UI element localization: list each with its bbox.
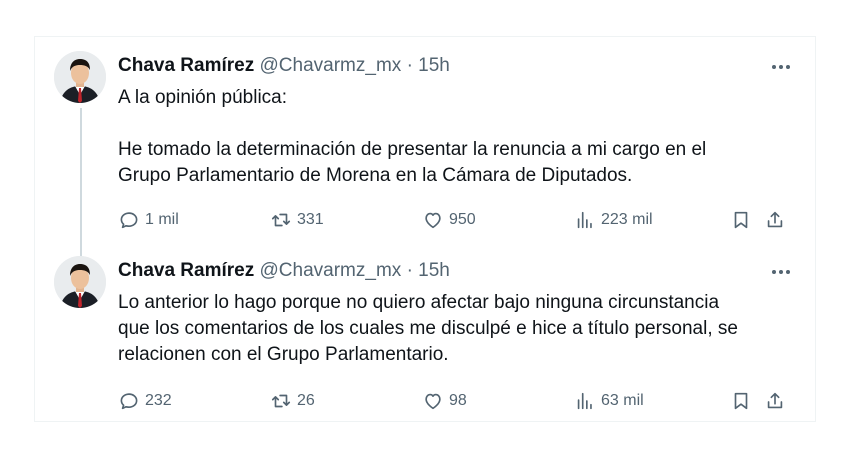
avatar[interactable] [54,256,106,308]
tweet-text-line: que los comentarios de los cuales me dis… [118,318,738,339]
like-button[interactable]: 98 [422,388,467,414]
display-name[interactable]: Chava Ramírez [118,55,254,76]
views-button[interactable]: 223 mil [574,207,653,233]
reply-icon [120,393,138,410]
tweet-text-line: relacionen con el Grupo Parlamentario. [118,344,449,365]
share-icon [767,392,783,409]
views-icon [577,392,592,410]
share-button[interactable] [764,207,786,233]
tweet[interactable]: Chava Ramírez @Chavarmz_mx · 15h A la op… [35,45,815,241]
more-icon[interactable] [769,262,793,282]
bookmark-icon [734,392,748,410]
like-button[interactable]: 950 [422,207,476,233]
bookmark-button[interactable] [730,388,752,414]
bookmark-button[interactable] [730,207,752,233]
retweet-count: 26 [297,392,315,409]
tweet-thread: Chava Ramírez @Chavarmz_mx · 15h A la op… [34,36,816,422]
user-handle[interactable]: @Chavarmz_mx [260,260,402,281]
display-name[interactable]: Chava Ramírez [118,260,254,281]
separator-dot: · [406,260,413,281]
tweet[interactable]: Chava Ramírez @Chavarmz_mx · 15h Lo ante… [35,250,815,420]
views-count: 223 mil [601,211,653,228]
separator-dot: · [406,55,413,76]
timestamp[interactable]: 15h [418,260,450,281]
bookmark-icon [734,211,748,229]
tweet-header: Chava Ramírez @Chavarmz_mx · 15h [118,55,450,77]
more-icon[interactable] [769,57,793,77]
retweet-button[interactable]: 331 [270,207,324,233]
like-count: 98 [449,392,467,409]
retweet-icon [271,213,291,227]
tweet-text-line: Grupo Parlamentario de Morena en la Cáma… [118,165,633,186]
like-count: 950 [449,211,476,228]
reply-button[interactable]: 232 [118,388,172,414]
tweet-actions: 1 mil 331 950 223 mil [118,207,798,233]
tweet-header: Chava Ramírez @Chavarmz_mx · 15h [118,260,450,282]
user-handle[interactable]: @Chavarmz_mx [260,55,402,76]
reply-icon [120,212,138,229]
share-icon [767,211,783,228]
views-icon [577,211,592,229]
tweet-text-line: He tomado la determinación de presentar … [118,139,707,160]
views-count: 63 mil [601,392,644,409]
timestamp[interactable]: 15h [418,55,450,76]
views-button[interactable]: 63 mil [574,388,644,414]
tweet-text: Lo anterior lo hago porque no quiero afe… [118,290,798,368]
tweet-text-line: A la opinión pública: [118,87,288,108]
like-icon [425,393,441,410]
retweet-icon [271,394,291,408]
avatar[interactable] [54,51,106,103]
tweet-text: A la opinión pública: He tomado la deter… [118,85,798,189]
reply-count: 232 [145,392,172,409]
retweet-button[interactable]: 26 [270,388,315,414]
retweet-count: 331 [297,211,324,228]
reply-button[interactable]: 1 mil [118,207,179,233]
like-icon [425,212,441,229]
tweet-actions: 232 26 98 63 mil [118,388,798,414]
share-button[interactable] [764,388,786,414]
reply-count: 1 mil [145,211,179,228]
tweet-text-line: Lo anterior lo hago porque no quiero afe… [118,292,720,313]
